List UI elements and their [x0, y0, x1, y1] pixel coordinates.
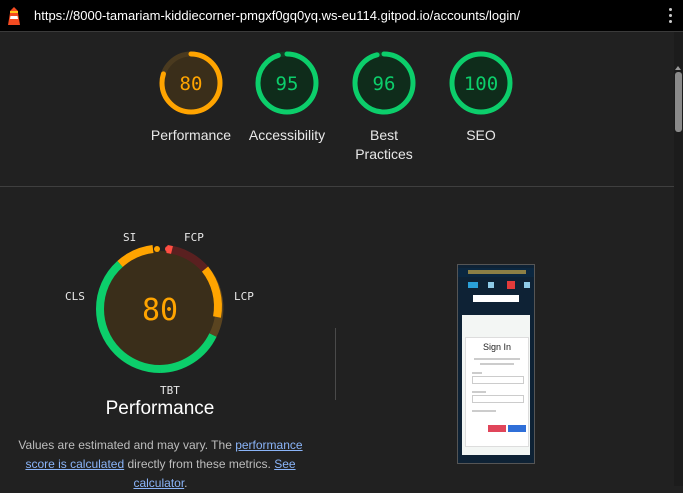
- note-text: Values are estimated and may vary. The: [18, 438, 236, 452]
- note-text: .: [184, 476, 188, 490]
- text-line: [472, 410, 496, 412]
- final-screenshot-thumbnail[interactable]: Sign In: [457, 264, 535, 464]
- gauge-best-practices-ring: 96: [352, 51, 416, 115]
- metric-cls-label[interactable]: CLS: [65, 290, 85, 303]
- user-icon: [488, 282, 494, 288]
- home-button: [488, 425, 506, 432]
- thumbnail-signin-title: Sign In: [482, 342, 512, 352]
- address-bar: https://8000-tamariam-kiddiecorner-pmgxf…: [0, 0, 683, 32]
- score-gauges: 80 Performance 95 Accessibility 96 Best …: [0, 32, 674, 186]
- gauge-accessibility-ring: 95: [255, 51, 319, 115]
- metric-fcp-label[interactable]: FCP: [184, 231, 204, 244]
- gauge-seo[interactable]: 100 SEO: [431, 50, 531, 145]
- gauge-performance[interactable]: 80 Performance: [141, 50, 241, 145]
- signin-button: [508, 425, 526, 432]
- gauge-score: 96: [373, 73, 396, 95]
- text-line: [472, 372, 482, 374]
- text-line: [472, 391, 486, 393]
- text-line: [474, 358, 520, 360]
- scrollbar[interactable]: [674, 32, 683, 486]
- logo-icon: [507, 281, 515, 289]
- gauge-label: Performance: [150, 127, 232, 143]
- metric-si-label[interactable]: SI: [123, 231, 136, 244]
- vertical-separator: [335, 328, 336, 400]
- gauge-score: 95: [276, 73, 299, 95]
- metrics-note: Values are estimated and may vary. The p…: [8, 436, 313, 493]
- gauge-score: 100: [464, 73, 498, 95]
- scroll-up-icon[interactable]: [675, 66, 681, 70]
- username-field: [472, 376, 524, 384]
- thumbnail-search: [473, 295, 519, 302]
- thumbnail-signin-card: Sign In: [465, 337, 529, 447]
- gauge-label: Accessibility: [248, 127, 326, 143]
- gauge-performance-ring: 80: [159, 51, 223, 115]
- more-options-icon[interactable]: [669, 8, 673, 24]
- gauge-best-practices[interactable]: 96 Best Practices: [334, 50, 434, 164]
- metric-tbt-label[interactable]: TBT: [160, 384, 180, 397]
- menu-icon: [468, 282, 478, 288]
- gauge-label: SEO: [466, 127, 496, 143]
- performance-score: 80: [142, 293, 178, 328]
- text-line: [480, 363, 514, 365]
- page-url[interactable]: https://8000-tamariam-kiddiecorner-pmgxf…: [34, 8, 520, 23]
- section-divider: [0, 186, 674, 187]
- thumbnail-banner: [458, 268, 534, 277]
- thumbnail-body: Sign In: [462, 315, 530, 455]
- thumbnail-nav: [458, 277, 534, 293]
- gauge-seo-ring: 100: [449, 51, 513, 115]
- performance-title: Performance: [105, 398, 215, 419]
- metric-lcp-label[interactable]: LCP: [234, 290, 254, 303]
- gauge-label: Best Practices: [355, 127, 413, 162]
- note-text: directly from these metrics.: [124, 457, 275, 471]
- password-field: [472, 395, 524, 403]
- scrollbar-thumb[interactable]: [675, 72, 682, 132]
- cart-icon: [524, 282, 530, 288]
- performance-metrics-gauge: 80: [95, 245, 224, 373]
- gauge-accessibility[interactable]: 95 Accessibility: [237, 50, 337, 145]
- gauge-score: 80: [180, 73, 203, 95]
- lighthouse-icon: [8, 7, 20, 25]
